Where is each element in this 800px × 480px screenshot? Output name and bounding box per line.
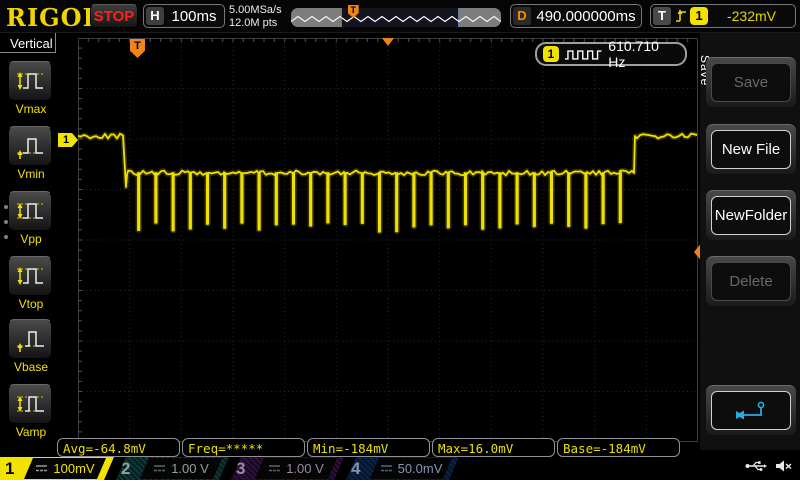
trigger-level-value: -232mV bbox=[708, 8, 795, 24]
dc-coupling-icon bbox=[268, 464, 281, 473]
right-soft-menu: Save Save New File NewFolder Delete bbox=[700, 33, 800, 450]
menu-item-label: Vmax bbox=[8, 102, 54, 116]
menu-item-label: Vpp bbox=[8, 232, 54, 246]
menu-item-vpp[interactable]: Vpp bbox=[8, 191, 54, 246]
channel3-scale: 1.00 V bbox=[286, 461, 324, 476]
horizontal-timebase-box[interactable]: H 100ms bbox=[143, 4, 225, 28]
rising-slope-icon bbox=[675, 8, 688, 24]
channel1-tab[interactable]: 1 100mV bbox=[0, 457, 114, 480]
channel4-scale: 50.0mV bbox=[398, 461, 443, 476]
menu-item-vbase[interactable]: Vbase bbox=[8, 319, 54, 374]
meas-freq: Freq=***** bbox=[182, 438, 305, 457]
acquisition-info: 5.00MSa/s 12.0M pts bbox=[229, 4, 282, 30]
vbase-icon bbox=[8, 319, 52, 359]
oscilloscope-screen: RIGOL STOP H 100ms 5.00MSa/s 12.0M pts T… bbox=[0, 0, 800, 480]
frequency-counter: 1 610.710 Hz bbox=[535, 42, 687, 66]
vamp-icon bbox=[8, 384, 52, 424]
usb-icon bbox=[745, 460, 767, 472]
delay-value: 490.000000ms bbox=[531, 8, 641, 25]
meas-avg: Avg=-64.8mV bbox=[57, 438, 180, 457]
channel4-tab[interactable]: 4 50.0mV bbox=[346, 457, 459, 480]
menu-item-label: Vmin bbox=[8, 167, 54, 181]
menu-page-dots bbox=[4, 205, 8, 239]
meas-base: Base=-184mV bbox=[557, 438, 680, 457]
save-button[interactable]: Save bbox=[706, 57, 796, 107]
t-badge: T bbox=[653, 7, 671, 25]
vmin-icon bbox=[8, 126, 52, 166]
sample-rate: 5.00MSa/s bbox=[229, 4, 282, 17]
left-measure-menu: Vertical Vmax Vmin bbox=[0, 33, 57, 450]
channel3-tab[interactable]: 3 1.00 V bbox=[231, 457, 344, 480]
channel2-tab[interactable]: 2 1.00 V bbox=[116, 457, 229, 480]
left-menu-title: Vertical bbox=[0, 33, 56, 53]
back-button[interactable] bbox=[706, 385, 796, 435]
vtop-icon bbox=[8, 256, 52, 296]
trigger-box[interactable]: T 1 -232mV bbox=[650, 4, 796, 28]
waveform-display: T 1 T 1 610.710 Hz bbox=[78, 38, 698, 442]
new-folder-button[interactable]: NewFolder bbox=[706, 190, 796, 240]
channel1-level-marker[interactable]: 1 bbox=[58, 133, 78, 147]
menu-item-label: Vbase bbox=[8, 360, 54, 374]
menu-item-label: Vamp bbox=[8, 425, 54, 439]
vmax-icon bbox=[8, 61, 52, 101]
dc-coupling-icon bbox=[153, 464, 166, 473]
timebase-value: 100ms bbox=[164, 8, 224, 25]
grid-and-trace bbox=[78, 38, 698, 442]
return-arrow-icon bbox=[734, 400, 768, 422]
speaker-muted-icon bbox=[775, 459, 792, 473]
menu-item-label: Vtop bbox=[8, 297, 54, 311]
dc-coupling-icon bbox=[35, 464, 48, 473]
counter-channel-badge: 1 bbox=[543, 46, 559, 62]
channel2-scale: 1.00 V bbox=[171, 461, 209, 476]
delay-box[interactable]: D 490.000000ms bbox=[510, 4, 642, 28]
vpp-icon bbox=[8, 191, 52, 231]
new-file-button[interactable]: New File bbox=[706, 124, 796, 174]
meas-min: Min=-184mV bbox=[307, 438, 430, 457]
menu-item-vmax[interactable]: Vmax bbox=[8, 61, 54, 116]
d-badge: D bbox=[513, 7, 531, 25]
rigol-logo: RIGOL bbox=[6, 3, 100, 32]
channel-status-bar: 1 100mV 2 1.00 V 3 bbox=[0, 457, 800, 480]
counter-frequency-value: 610.710 Hz bbox=[608, 38, 679, 70]
channel1-scale: 100mV bbox=[53, 461, 94, 476]
measurement-readout-bar: Avg=-64.8mV Freq=***** Min=-184mV Max=16… bbox=[57, 438, 682, 457]
run-state-button[interactable]: STOP bbox=[90, 4, 138, 28]
square-wave-icon bbox=[564, 48, 604, 61]
delete-button[interactable]: Delete bbox=[706, 256, 796, 306]
menu-item-vmin[interactable]: Vmin bbox=[8, 126, 54, 181]
menu-item-vamp[interactable]: Vamp bbox=[8, 384, 54, 439]
meas-max: Max=16.0mV bbox=[432, 438, 555, 457]
dc-coupling-icon bbox=[380, 464, 393, 473]
menu-item-vtop[interactable]: Vtop bbox=[8, 256, 54, 311]
memory-depth: 12.0M pts bbox=[229, 17, 282, 30]
trigger-source-badge: 1 bbox=[690, 7, 708, 25]
h-badge: H bbox=[146, 7, 164, 25]
waveform-preview-bar[interactable]: T bbox=[291, 8, 501, 27]
top-status-bar: RIGOL STOP H 100ms 5.00MSa/s 12.0M pts T… bbox=[0, 0, 800, 33]
